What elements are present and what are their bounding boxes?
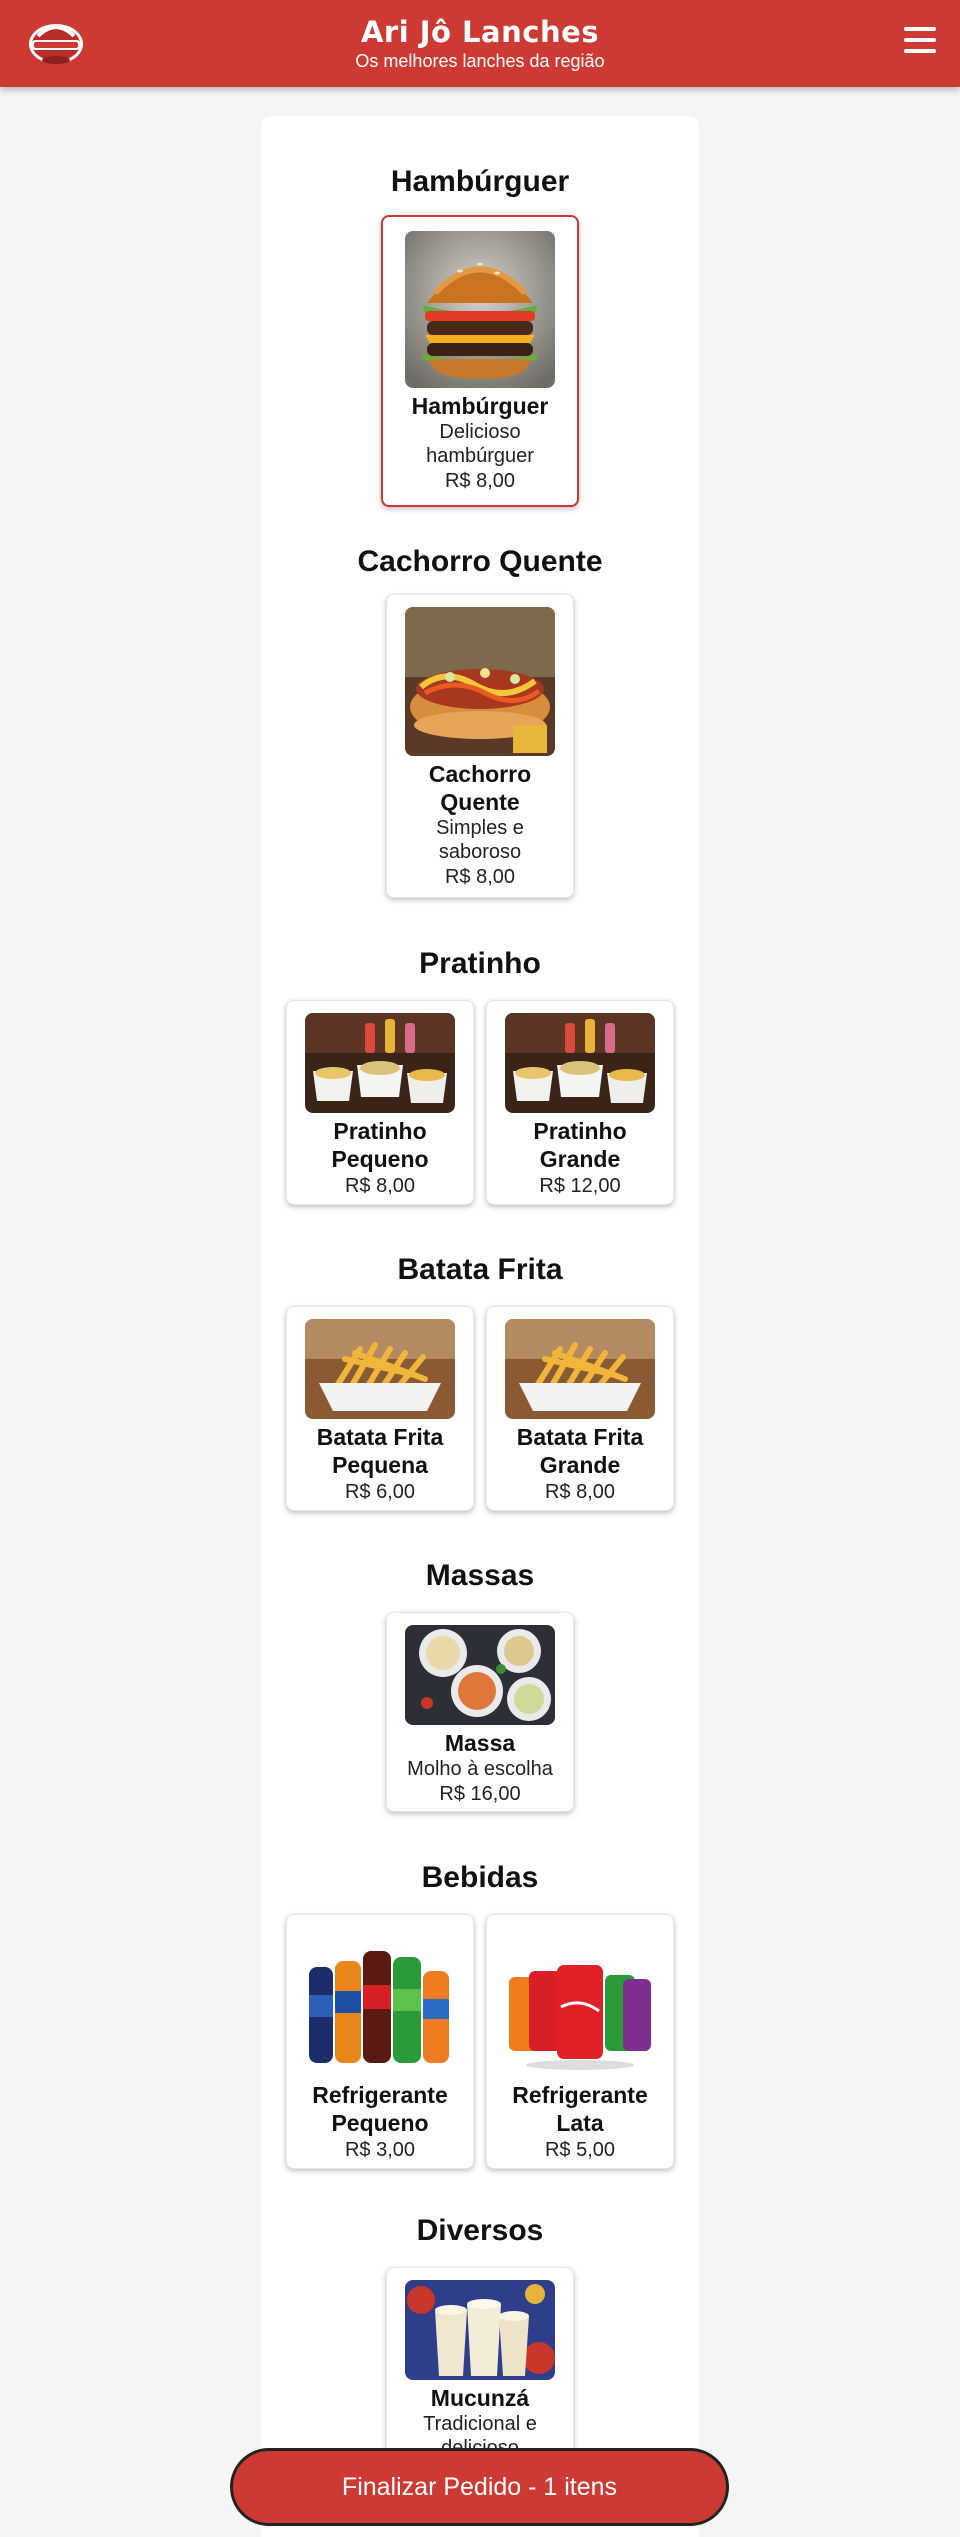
section-title: Batata Frita <box>397 1253 563 1286</box>
product-price: R$ 6,00 <box>344 1481 416 1503</box>
product-card-batata-frita-grande[interactable]: Batata Frita Grande R$ 8,00 <box>486 1306 674 1511</box>
product-card-refrigerante-pequeno[interactable]: Refrigerante Pequeno R$ 3,00 <box>286 1914 474 2169</box>
product-name: Massa <box>444 1730 516 1756</box>
fries-image <box>305 1319 455 1419</box>
pasta-image <box>405 1625 555 1725</box>
product-description: Delicioso hambúrguer <box>426 421 534 467</box>
burger-image <box>405 231 555 388</box>
section-pratinho: Pratinho Pratinho Pequeno R$ 8,00 Pratin… <box>261 946 699 1205</box>
section-bebidas: Bebidas Refrigerante Pequeno R$ 3,00 Ref… <box>261 1860 699 2169</box>
brand: Ari Jô Lanches Os melhores lanches da re… <box>0 14 960 72</box>
product-price: R$ 5,00 <box>544 2139 616 2161</box>
section-title: Massas <box>425 1559 535 1592</box>
product-price: R$ 8,00 <box>344 1175 416 1197</box>
app-subtitle: Os melhores lanches da região <box>355 51 605 71</box>
section-title: Bebidas <box>421 1861 539 1894</box>
product-card-hamburguer[interactable]: Hambúrguer Delicioso hambúrguer R$ 8,00 <box>381 215 579 507</box>
plates-image <box>305 1013 455 1113</box>
section-cachorro-quente: Cachorro Quente Cachorro Quente Simples … <box>261 544 699 898</box>
product-price: R$ 8,00 <box>544 1481 616 1503</box>
product-card-mucunza[interactable]: Mucunzá Tradicional e delicioso <box>386 2267 574 2467</box>
product-card-pratinho-grande[interactable]: Pratinho Grande R$ 12,00 <box>486 1000 674 1205</box>
product-name: Refrigerante Lata <box>512 2082 648 2136</box>
section-diversos: Diversos Mucunzá Tradicional e delicioso <box>261 2213 699 2467</box>
bottles-image <box>305 1927 455 2077</box>
product-description: Molho à escolha <box>407 1758 553 1780</box>
section-title: Cachorro Quente <box>357 545 603 578</box>
section-hamburguer: Hambúrguer Hambúrguer Delicioso hambúrgu… <box>261 164 699 507</box>
product-name: Pratinho Grande <box>533 1118 627 1172</box>
section-title: Hambúrguer <box>390 165 570 198</box>
hamburger-menu-icon[interactable] <box>904 27 936 57</box>
product-price: R$ 16,00 <box>439 1783 521 1805</box>
app-title: Ari Jô Lanches <box>360 15 600 49</box>
product-name: Cachorro Quente <box>428 761 532 815</box>
product-card-cachorro-quente[interactable]: Cachorro Quente Simples e saboroso R$ 8,… <box>386 594 574 898</box>
hotdog-image <box>405 607 555 756</box>
product-name: Batata Frita Pequena <box>316 1424 444 1478</box>
product-name: Batata Frita Grande <box>516 1424 644 1478</box>
section-massas: Massas Massa Molho à escolha R$ 16,00 <box>261 1558 699 1812</box>
product-card-pratinho-pequeno[interactable]: Pratinho Pequeno R$ 8,00 <box>286 1000 474 1205</box>
top-bar: Ari Jô Lanches Os melhores lanches da re… <box>0 0 960 87</box>
product-price: R$ 3,00 <box>344 2139 416 2161</box>
menu-panel: Hambúrguer Hambúrguer Delicioso hambúrgu… <box>261 116 699 2537</box>
product-name: Pratinho Pequeno <box>331 1118 429 1172</box>
product-name: Refrigerante Pequeno <box>312 2082 448 2136</box>
fries-image <box>505 1319 655 1419</box>
product-price: R$ 12,00 <box>539 1175 621 1197</box>
product-card-massa[interactable]: Massa Molho à escolha R$ 16,00 <box>386 1612 574 1812</box>
section-batata-frita: Batata Frita Batata Frita Pequena R$ 6,0… <box>261 1252 699 1511</box>
section-title: Diversos <box>416 2214 544 2247</box>
product-card-refrigerante-lata[interactable]: Refrigerante Lata R$ 5,00 <box>486 1914 674 2169</box>
product-price: R$ 8,00 <box>444 470 516 492</box>
cans-image <box>505 1927 655 2077</box>
product-description: Simples e saboroso <box>436 817 524 863</box>
product-name: Hambúrguer <box>411 393 549 419</box>
finalize-order-button[interactable]: Finalizar Pedido - 1 itens <box>230 2448 729 2526</box>
product-card-batata-frita-pequena[interactable]: Batata Frita Pequena R$ 6,00 <box>286 1306 474 1511</box>
section-title: Pratinho <box>419 947 541 980</box>
mucunza-image <box>405 2280 555 2380</box>
product-name: Mucunzá <box>430 2385 530 2411</box>
product-price: R$ 8,00 <box>444 866 516 888</box>
plates-image <box>505 1013 655 1113</box>
